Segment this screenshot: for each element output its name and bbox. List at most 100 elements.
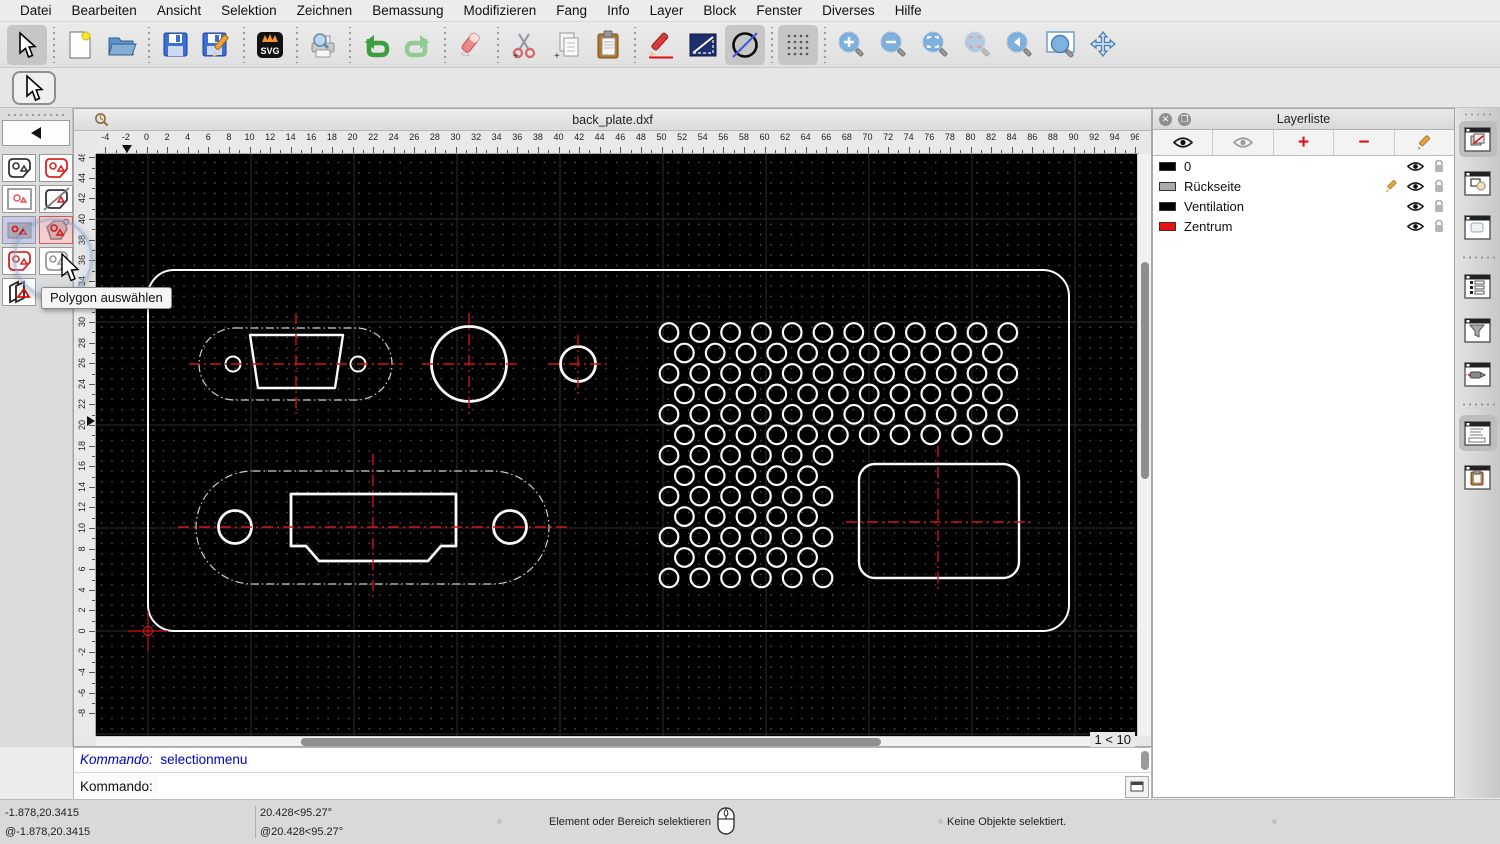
select-polygon-button[interactable] bbox=[39, 216, 73, 244]
zoom-previous-button[interactable] bbox=[999, 25, 1039, 65]
layer-row[interactable]: Zentrum bbox=[1153, 216, 1454, 236]
new-document-button[interactable] bbox=[60, 25, 100, 65]
horizontal-scrollbar-thumb[interactable] bbox=[301, 738, 881, 746]
layer-visibility-eye-icon[interactable] bbox=[1406, 201, 1424, 212]
vent-hole bbox=[689, 362, 711, 384]
menu-selektion[interactable]: Selektion bbox=[211, 3, 287, 18]
layer-lock-icon[interactable] bbox=[1430, 179, 1448, 193]
copy-button[interactable]: + bbox=[546, 25, 586, 65]
zoom-window-button[interactable] bbox=[1041, 25, 1081, 65]
print-preview-button[interactable] bbox=[303, 25, 343, 65]
menu-modifizieren[interactable]: Modifizieren bbox=[454, 3, 547, 18]
dock-propertylist-button[interactable] bbox=[1459, 268, 1497, 304]
menu-hilfe[interactable]: Hilfe bbox=[885, 3, 932, 18]
layer-lock-icon[interactable] bbox=[1430, 219, 1448, 233]
dock-library-button[interactable] bbox=[1459, 209, 1497, 245]
layer-visibility-eye-icon[interactable] bbox=[1406, 181, 1424, 192]
dock-command-button[interactable] bbox=[1458, 415, 1497, 451]
draw-freehand-button[interactable] bbox=[641, 25, 681, 65]
cut-button[interactable]: + bbox=[504, 25, 544, 65]
select-layer-button[interactable] bbox=[2, 278, 36, 306]
delete-entities-button[interactable] bbox=[451, 25, 491, 65]
line-tool-button[interactable] bbox=[683, 25, 723, 65]
dock-pen-button[interactable] bbox=[1459, 356, 1497, 392]
layer-row[interactable]: Ventilation bbox=[1153, 196, 1454, 216]
close-panel-icon[interactable]: ✕ bbox=[1159, 112, 1172, 126]
show-all-layers-button[interactable] bbox=[1153, 130, 1214, 155]
vent-hole bbox=[658, 567, 680, 589]
select-window-button[interactable] bbox=[2, 185, 36, 213]
menu-fenster[interactable]: Fenster bbox=[746, 3, 812, 18]
layer-lock-icon[interactable] bbox=[1430, 199, 1448, 213]
dock-blocklist-button[interactable] bbox=[1459, 165, 1497, 201]
add-layer-button[interactable]: + bbox=[1274, 130, 1335, 155]
vertical-scrollbar-thumb[interactable] bbox=[1141, 262, 1149, 479]
menu-bearbeiten[interactable]: Bearbeiten bbox=[62, 3, 147, 18]
edit-layer-button[interactable] bbox=[1395, 130, 1454, 155]
dock-drag-handle[interactable] bbox=[1462, 112, 1493, 117]
active-pointer-tool-button[interactable] bbox=[12, 70, 56, 105]
select-intersected-button[interactable] bbox=[2, 247, 36, 275]
menu-info[interactable]: Info bbox=[597, 3, 640, 18]
float-panel-icon[interactable]: ❐ bbox=[1178, 112, 1191, 126]
document-titlebar[interactable]: back_plate.dxf bbox=[74, 109, 1151, 131]
redo-button[interactable] bbox=[398, 25, 438, 65]
menu-block[interactable]: Block bbox=[693, 3, 746, 18]
palette-drag-handle[interactable] bbox=[6, 112, 66, 118]
dock-filter-button[interactable] bbox=[1459, 312, 1497, 348]
hide-all-layers-button[interactable] bbox=[1213, 130, 1274, 155]
grid-icon bbox=[787, 34, 809, 55]
list-window-icon bbox=[1464, 273, 1491, 299]
open-icon bbox=[108, 37, 137, 55]
open-document-button[interactable] bbox=[102, 25, 142, 65]
layer-list-panel: ✕ ❐ Layerliste + − 0 Rückseite Ventilation… bbox=[1152, 108, 1455, 798]
menu-zeichnen[interactable]: Zeichnen bbox=[287, 3, 363, 18]
zoom-out-button[interactable] bbox=[873, 25, 913, 65]
vertical-scrollbar[interactable] bbox=[1137, 154, 1151, 736]
command-history-scrollbar[interactable] bbox=[1141, 751, 1149, 770]
menu-datei[interactable]: Datei bbox=[10, 3, 62, 18]
menu-diverses[interactable]: Diverses bbox=[812, 3, 885, 18]
remove-layer-button[interactable]: − bbox=[1334, 130, 1395, 155]
select-entity-button[interactable] bbox=[2, 154, 36, 182]
menu-bemassung[interactable]: Bemassung bbox=[362, 3, 453, 18]
select-pointer-button[interactable] bbox=[7, 24, 47, 65]
menu-ansicht[interactable]: Ansicht bbox=[147, 3, 211, 18]
selection-hint: Element oder Bereich selektieren bbox=[549, 816, 712, 828]
menu-layer[interactable]: Layer bbox=[640, 3, 694, 18]
grid-toggle-button[interactable] bbox=[778, 24, 818, 65]
layer-visibility-eye-icon[interactable] bbox=[1406, 221, 1424, 232]
layer-row[interactable]: Rückseite bbox=[1153, 176, 1454, 196]
zoom-pan-button[interactable] bbox=[1083, 25, 1123, 65]
dock-layerlist-button[interactable] bbox=[1458, 121, 1497, 157]
circle-tool-button[interactable] bbox=[725, 24, 765, 65]
tool-options-bar bbox=[0, 68, 1500, 108]
back-button[interactable] bbox=[2, 120, 70, 146]
zoom-in-button[interactable] bbox=[831, 25, 871, 65]
horizontal-scrollbar[interactable] bbox=[96, 736, 1111, 746]
pencil-icon bbox=[649, 32, 673, 58]
dock-clipboard-button[interactable] bbox=[1459, 459, 1497, 495]
deselect-window-button[interactable] bbox=[39, 185, 73, 213]
select-contour-button[interactable] bbox=[2, 216, 36, 244]
paste-button[interactable] bbox=[588, 25, 628, 65]
layer-visibility-eye-icon[interactable] bbox=[1406, 161, 1424, 172]
layer-lock-icon[interactable] bbox=[1430, 159, 1448, 173]
save-as-button[interactable] bbox=[197, 25, 237, 65]
deselect-entity-button[interactable] bbox=[39, 154, 73, 182]
command-prompt-label: Kommando: bbox=[80, 779, 153, 794]
undo-button[interactable] bbox=[356, 25, 396, 65]
vent-hole bbox=[997, 362, 1019, 384]
save-document-button[interactable] bbox=[155, 25, 195, 65]
vent-hole bbox=[812, 526, 834, 548]
command-input[interactable] bbox=[156, 776, 1125, 797]
export-svg-button[interactable]: SVG bbox=[250, 25, 290, 65]
layer-row[interactable]: 0 bbox=[1153, 156, 1454, 176]
drawing-canvas[interactable] bbox=[96, 154, 1139, 736]
vent-hole bbox=[704, 342, 726, 364]
vent-hole bbox=[751, 526, 772, 548]
zoom-auto-button[interactable] bbox=[915, 25, 955, 65]
command-detach-button[interactable] bbox=[1125, 775, 1149, 798]
vent-hole bbox=[720, 403, 741, 425]
menu-fang[interactable]: Fang bbox=[546, 3, 597, 18]
